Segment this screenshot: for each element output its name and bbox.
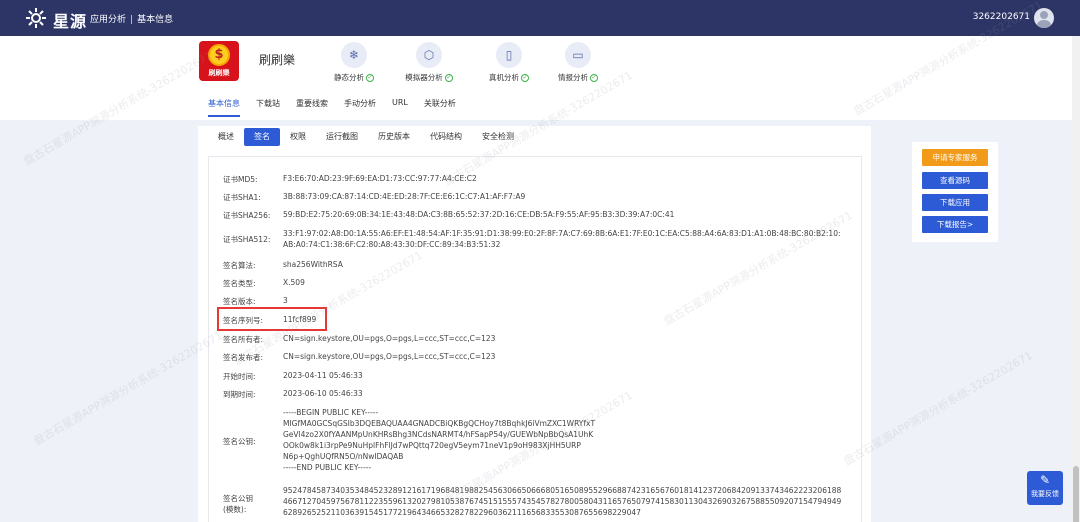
tab-download-site[interactable]: 下载站 bbox=[256, 98, 280, 117]
label: 证书SHA512: bbox=[223, 235, 271, 244]
value: 9524784587340353484523289121617196848198… bbox=[283, 486, 842, 517]
label: 证书SHA1: bbox=[223, 193, 261, 202]
label-line-2: (模数): bbox=[223, 505, 247, 514]
feature-label: 情报分析 bbox=[558, 73, 588, 82]
value: 2023-06-10 05:46:33 bbox=[283, 389, 363, 398]
label: 签名版本: bbox=[223, 297, 256, 306]
label: 签名序列号: bbox=[223, 316, 264, 325]
breadcrumb-app-analysis[interactable]: 应用分析 bbox=[90, 15, 126, 25]
nav-tabs: 基本信息 下载站 重要线索 手动分析 URL 关联分析 bbox=[208, 98, 472, 117]
feature-emulator-analysis[interactable]: ⬡ 模拟器分析 ✓ bbox=[389, 42, 469, 83]
monitor-icon: ▭ bbox=[565, 42, 591, 68]
tab-clues[interactable]: 重要线索 bbox=[296, 98, 328, 117]
feature-static-analysis[interactable]: ❄ 静态分析 ✓ bbox=[314, 42, 394, 83]
value: sha256WithRSA bbox=[283, 260, 343, 269]
subtab-signature[interactable]: 签名 bbox=[244, 128, 280, 146]
signature-details: 证书MD5: F3:E6:70:AD:23:9F:69:EA:D1:73:CC:9… bbox=[208, 156, 862, 522]
value: F3:E6:70:AD:23:9F:69:EA:D1:73:CC:97:77:A… bbox=[283, 174, 477, 183]
label: 签名类型: bbox=[223, 279, 256, 288]
scrollbar-thumb[interactable] bbox=[1073, 466, 1079, 522]
edit-icon: ✎ bbox=[1039, 473, 1051, 487]
check-circle-icon: ✓ bbox=[444, 74, 453, 82]
app-logo: $ 刷刷樂 bbox=[199, 41, 239, 81]
label: 签名公钥: bbox=[223, 437, 256, 446]
tab-related-analysis[interactable]: 关联分析 bbox=[424, 98, 456, 117]
breadcrumb-basic-info: 基本信息 bbox=[137, 15, 174, 25]
top-bar: 星源 应用分析 | 基本信息 3262202671 bbox=[0, 0, 1080, 36]
subtab-history[interactable]: 历史版本 bbox=[368, 128, 420, 146]
subtab-screenshots[interactable]: 运行截图 bbox=[316, 128, 368, 146]
label-line-1: 签名公钥 bbox=[223, 494, 253, 503]
feature-label: 模拟器分析 bbox=[405, 73, 443, 82]
feature-label: 真机分析 bbox=[489, 73, 519, 82]
label: 签名公钥 (模数): bbox=[223, 493, 283, 515]
value: 3B:88:73:09:CA:87:14:CD:4E:ED:28:7F:CE:E… bbox=[283, 192, 526, 201]
label: 证书SHA256: bbox=[223, 211, 271, 220]
app-logo-caption: 刷刷樂 bbox=[208, 69, 230, 77]
value: 59:BD:E2:75:20:69:0B:34:1E:43:48:DA:C3:8… bbox=[283, 210, 675, 219]
subtab-permissions[interactable]: 权限 bbox=[280, 128, 316, 146]
app-name: 刷刷樂 bbox=[259, 53, 296, 67]
view-source-button[interactable]: 查看源码 bbox=[922, 172, 988, 189]
tab-manual-analysis[interactable]: 手动分析 bbox=[344, 98, 376, 117]
tab-url[interactable]: URL bbox=[392, 98, 408, 117]
tab-basic-info[interactable]: 基本信息 bbox=[208, 98, 240, 117]
label: 签名所有者: bbox=[223, 335, 264, 344]
scrollbar[interactable] bbox=[1072, 36, 1080, 522]
sub-tabs: 概述 签名 权限 运行截图 历史版本 代码结构 安全检测 bbox=[208, 128, 524, 146]
avatar[interactable] bbox=[1034, 8, 1054, 28]
sun-logo-icon bbox=[26, 8, 46, 28]
snowflake-icon: ❄ bbox=[341, 42, 367, 68]
download-app-button[interactable]: 下载应用 bbox=[922, 194, 988, 211]
label: 签名算法: bbox=[223, 261, 256, 270]
value: 33:F1:97:02:A8:D0:1A:55:A6:EF:E1:48:54:A… bbox=[283, 229, 841, 249]
content-panel: 概述 签名 权限 运行截图 历史版本 代码结构 安全检测 证书MD5: F3:E6… bbox=[198, 126, 871, 522]
check-circle-icon: ✓ bbox=[590, 74, 598, 82]
value: X.509 bbox=[283, 278, 305, 287]
breadcrumb-separator: | bbox=[130, 15, 134, 25]
check-circle-icon: ✓ bbox=[366, 74, 374, 82]
subtab-overview[interactable]: 概述 bbox=[208, 128, 244, 146]
value: CN=sign.keystore,OU=pgs,O=pgs,L=ccc,ST=c… bbox=[283, 334, 496, 343]
brand-name[interactable]: 星源 bbox=[53, 8, 87, 32]
watermark: 盘古石星源APP溯源分析系统-3262202671 bbox=[31, 328, 225, 448]
feature-intel-analysis[interactable]: ▭ 情报分析 ✓ bbox=[538, 42, 618, 83]
value: CN=sign.keystore,OU=pgs,O=pgs,L=ccc,ST=c… bbox=[283, 352, 496, 361]
feedback-button[interactable]: ✎ 我要反馈 bbox=[1027, 471, 1063, 505]
check-circle-icon: ✓ bbox=[521, 74, 529, 82]
box-icon: ⬡ bbox=[416, 42, 442, 68]
coin-icon: $ bbox=[208, 44, 230, 66]
label: 签名发布者: bbox=[223, 353, 264, 362]
apply-expert-service-button[interactable]: 申请专家服务 bbox=[922, 149, 988, 166]
feedback-label: 我要反馈 bbox=[1031, 490, 1059, 498]
value: 3 bbox=[283, 296, 288, 305]
value: -----BEGIN PUBLIC KEY----- MIGfMA0GCSqGS… bbox=[283, 408, 596, 472]
value: 2023-04-11 05:46:33 bbox=[283, 371, 363, 380]
phone-icon: ▯ bbox=[496, 42, 522, 68]
subtab-security-check[interactable]: 安全检测 bbox=[472, 128, 524, 146]
user-id[interactable]: 3262202671 bbox=[973, 12, 1030, 22]
feature-label: 静态分析 bbox=[334, 73, 364, 82]
label: 到期时间: bbox=[223, 390, 256, 399]
breadcrumb: 应用分析 | 基本信息 bbox=[90, 12, 173, 25]
value: 11fcf899 bbox=[283, 315, 317, 324]
app-header: $ 刷刷樂 刷刷樂 ❄ 静态分析 ✓ ⬡ 模拟器分析 ✓ ▯ 真机分析 ✓ ▭ 情报分… bbox=[0, 36, 1080, 120]
label: 开始时间: bbox=[223, 372, 256, 381]
feature-device-analysis[interactable]: ▯ 真机分析 ✓ bbox=[469, 42, 549, 83]
label: 证书MD5: bbox=[223, 175, 258, 184]
subtab-code-structure[interactable]: 代码结构 bbox=[420, 128, 472, 146]
download-report-button[interactable]: 下载报告> bbox=[922, 216, 988, 233]
action-panel: 申请专家服务 查看源码 下载应用 下载报告> bbox=[912, 142, 998, 242]
